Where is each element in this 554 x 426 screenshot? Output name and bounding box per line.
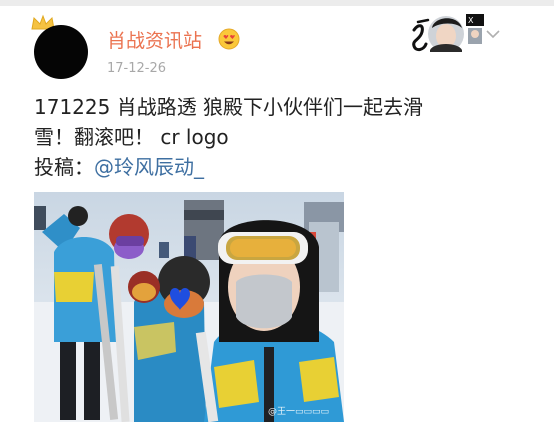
avatar[interactable] — [34, 25, 88, 79]
post-text-line-2: 雪！翻滚吧！ cr logo — [34, 125, 229, 149]
post-text-line-1: 171225 肖战路透 狼殿下小伙伴们一起去滑 — [34, 95, 424, 119]
chevron-down-icon[interactable] — [486, 29, 500, 39]
heart-eyes-emoji-icon — [218, 28, 240, 50]
post-text: 171225 肖战路透 狼殿下小伙伴们一起去滑 雪！翻滚吧！ cr logo 投… — [34, 92, 514, 182]
mention-link[interactable]: @玲风辰动_ — [94, 155, 204, 179]
submission-line: 投稿：@玲风辰动_ — [34, 152, 514, 182]
username[interactable]: 肖战资讯站 — [107, 26, 202, 53]
submission-label: 投稿： — [34, 155, 94, 179]
post-timestamp: 17-12-26 — [107, 61, 167, 76]
ski-selfie-photo — [34, 192, 344, 422]
top-divider-strip — [0, 0, 554, 6]
post-image[interactable]: @王一▭▭▭▭ — [34, 192, 344, 422]
image-watermark: @王一▭▭▭▭ — [268, 407, 330, 417]
svg-text:X: X — [468, 16, 474, 25]
